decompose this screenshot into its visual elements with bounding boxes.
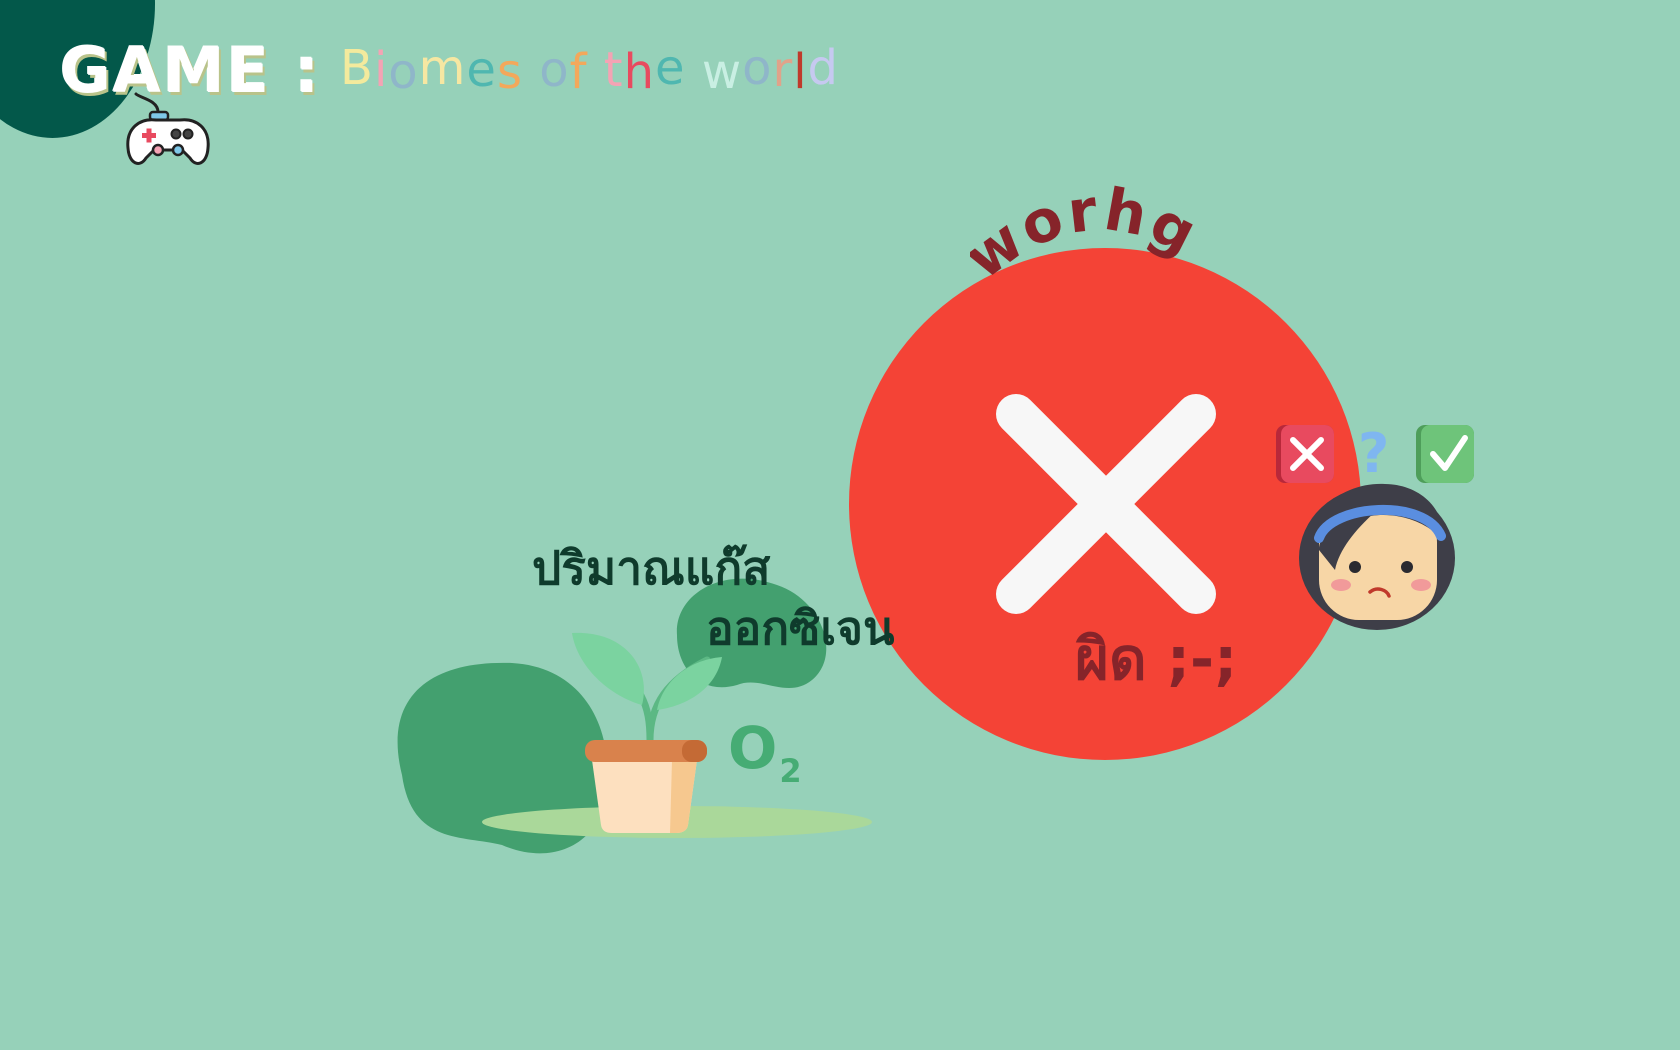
o2-label: O2 xyxy=(728,714,802,790)
subtitle-letter: o xyxy=(388,44,419,100)
wrong-arc-text: worhg xyxy=(970,185,1207,292)
subtitle-letter: s xyxy=(496,44,523,100)
subtitle-letter: f xyxy=(569,44,588,100)
subtitle-letter: o xyxy=(539,42,570,98)
o2-subscript: 2 xyxy=(779,752,802,790)
game-screen: GAME : Biomes of the world worhg ผิด ;-;… xyxy=(0,0,1680,1050)
subtitle-letter: e xyxy=(466,42,497,98)
subtitle-letter: m xyxy=(418,40,467,96)
subtitle-letter: B xyxy=(340,40,374,96)
subtitle-letter: w xyxy=(701,44,743,100)
subtitle-letter: r xyxy=(772,42,794,98)
subtitle-letter: o xyxy=(742,40,773,96)
confused-girl-quiz-icon: ? xyxy=(1276,422,1474,630)
subtitle-letter: h xyxy=(623,44,656,100)
subtitle-letter: i xyxy=(373,42,389,98)
subtitle-letter xyxy=(686,42,702,98)
subtitle-letter: t xyxy=(603,42,624,98)
subtitle-letter: d xyxy=(807,40,840,96)
svg-text:?: ? xyxy=(1358,422,1389,485)
o2-main: O xyxy=(728,714,778,782)
gamepad-icon xyxy=(126,92,210,165)
subtitle-letter: e xyxy=(655,40,686,96)
question-line-2: ออกซิเจน xyxy=(706,601,895,655)
subtitle-letter xyxy=(523,40,539,96)
cross-icon xyxy=(996,394,1216,614)
subtitle-letter xyxy=(588,40,604,96)
wrong-answer-text: ผิด ;-; xyxy=(1075,625,1238,693)
svg-text:worhg: worhg xyxy=(970,185,1210,292)
subtitle-letter: l xyxy=(793,44,808,100)
wrong-arc-word: worhg xyxy=(970,185,1210,292)
game-subtitle: Biomes of the world xyxy=(340,40,840,100)
